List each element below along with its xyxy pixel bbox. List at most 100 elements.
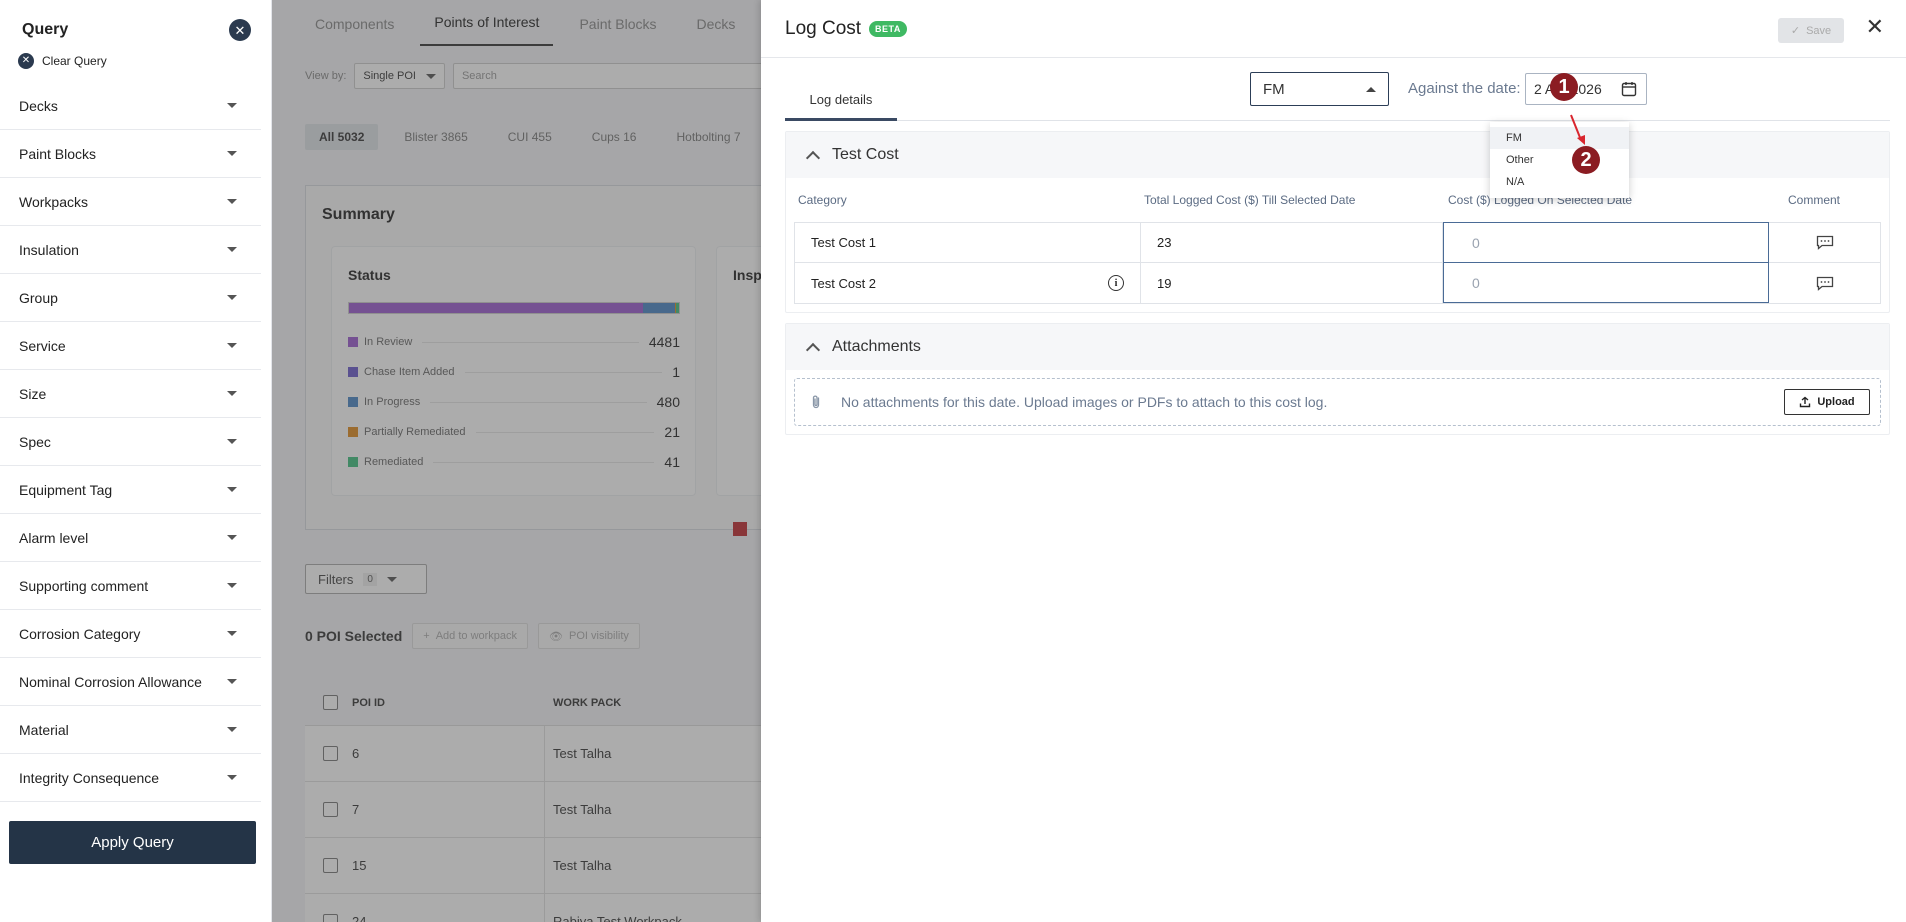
cost-type-menu: FM Other N/A [1490,122,1629,198]
attachments-header[interactable]: Attachments [786,324,1889,370]
query-filter-label: Nominal Corrosion Allowance [19,673,202,690]
panel-header: Log Cost BETA ✓ Save ✕ [761,0,1906,58]
cost-columns: Category Total Logged Cost ($) Till Sele… [786,178,1889,222]
query-filter-item[interactable]: Supporting comment [0,562,261,610]
query-filter-item[interactable]: Service [0,322,261,370]
chevron-down-icon [227,679,237,684]
check-icon: ✓ [1790,25,1801,37]
test-cost-title: Test Cost [832,146,899,163]
query-filter-label: Group [19,289,58,306]
calendar-icon [1621,82,1637,97]
chevron-down-icon [227,487,237,492]
panel-title: Log Cost [785,17,862,39]
panel-subheader: Log details FM Against the date: 2 Apr 2… [785,58,1890,121]
modal-backdrop[interactable] [272,0,761,922]
chevron-down-icon [227,775,237,780]
attachments-empty-text: No attachments for this date. Upload ima… [841,394,1328,410]
upload-button[interactable]: Upload [1784,389,1870,415]
query-sidebar: Query ✕ ✕ Clear Query Decks Paint Blocks W… [0,0,272,922]
query-filter-item[interactable]: Insulation [0,226,261,274]
total-logged-cost: 19 [1141,263,1443,303]
clear-icon: ✕ [18,53,34,69]
attachments-title: Attachments [832,338,921,355]
info-icon[interactable]: i [1108,275,1124,291]
comment-icon[interactable] [1816,276,1834,291]
query-filter-label: Insulation [19,241,79,258]
cost-category: Test Cost 1 [811,235,877,250]
clear-query-button[interactable]: ✕ Clear Query [0,53,271,69]
query-filter-item[interactable]: Workpacks [0,178,261,226]
apply-query-button[interactable]: Apply Query [9,821,256,864]
attachment-dropzone[interactable]: No attachments for this date. Upload ima… [794,378,1881,426]
chevron-down-icon [227,583,237,588]
cost-type-option[interactable]: N/A [1490,171,1629,193]
cost-row: Test Cost 1 23 0 [794,222,1881,263]
query-filter-label: Decks [19,97,58,114]
cost-type-value: FM [1263,80,1285,98]
query-filter-item[interactable]: Equipment Tag [0,466,261,514]
query-filter-list: Decks Paint Blocks Workpacks Insulation Grou… [0,82,271,802]
column-category: Category [798,193,847,207]
close-query-icon[interactable]: ✕ [229,19,251,41]
query-filter-label: Equipment Tag [19,481,113,498]
against-date-label: Against the date: [1408,80,1521,97]
cost-row: Test Cost 2 i 19 0 [794,262,1881,304]
chevron-down-icon [227,727,237,732]
cost-type-option[interactable]: FM [1490,127,1629,149]
column-comment: Comment [1788,193,1841,207]
column-total-logged: Total Logged Cost ($) Till Selected Date [1144,193,1356,207]
query-filter-item[interactable]: Spec [0,418,261,466]
annotation-marker-1: 1 [1550,73,1578,101]
cost-grid: Test Cost 1 23 0 Test Cost 2 i 19 0 [794,222,1881,304]
chevron-down-icon [227,103,237,108]
query-filter-label: Workpacks [19,193,88,210]
chevron-down-icon [227,247,237,252]
close-icon[interactable]: ✕ [1866,16,1884,38]
test-cost-section: Test Cost Category Total Logged Cost ($)… [785,131,1890,313]
save-button[interactable]: ✓ Save [1778,18,1844,43]
chevron-down-icon [227,295,237,300]
query-filter-item[interactable]: Corrosion Category [0,610,261,658]
query-header: Query ✕ [0,0,271,60]
test-cost-header[interactable]: Test Cost [786,132,1889,178]
date-picker[interactable]: 2 Apr 2026 [1525,73,1647,105]
query-filter-item[interactable]: Alarm level [0,514,261,562]
beta-badge: BETA [869,20,907,37]
total-logged-cost: 23 [1141,223,1443,262]
query-filter-label: Size [19,385,47,402]
query-filter-label: Alarm level [19,529,89,546]
clear-query-label: Clear Query [42,54,107,68]
annotation-marker-2: 2 [1572,146,1600,174]
chevron-up-icon [805,150,821,165]
chevron-down-icon [227,199,237,204]
annotation-arrow [1570,114,1585,145]
chevron-up-icon [1366,87,1376,92]
query-filter-item[interactable]: Size [0,370,261,418]
query-filter-label: Material [19,721,69,738]
tab-log-details[interactable]: Log details [785,81,897,121]
cost-type-option[interactable]: Other [1490,149,1629,171]
query-filter-item[interactable]: Paint Blocks [0,130,261,178]
cost-category: Test Cost 2 [811,275,877,291]
query-filter-item[interactable]: Integrity Consequence [0,754,261,802]
cost-type-select[interactable]: FM [1250,72,1389,106]
chevron-down-icon [227,439,237,444]
query-filter-item[interactable]: Material [0,706,261,754]
chevron-down-icon [227,631,237,636]
save-label: Save [1806,24,1832,37]
query-filter-label: Corrosion Category [19,625,141,642]
cost-input[interactable]: 0 [1443,262,1769,303]
query-filter-item[interactable]: Decks [0,82,261,130]
upload-label: Upload [1817,396,1855,408]
cost-input[interactable]: 0 [1443,222,1769,263]
chevron-down-icon [227,391,237,396]
query-filter-label: Spec [19,433,51,450]
query-filter-item[interactable]: Nominal Corrosion Allowance [0,658,261,706]
comment-icon[interactable] [1816,235,1834,250]
query-filter-label: Paint Blocks [19,145,97,162]
chevron-down-icon [227,151,237,156]
chevron-down-icon [227,343,237,348]
query-filter-item[interactable]: Group [0,274,261,322]
log-cost-panel: Log Cost BETA ✓ Save ✕ Log details FM Ag… [761,0,1906,922]
chevron-down-icon [227,535,237,540]
